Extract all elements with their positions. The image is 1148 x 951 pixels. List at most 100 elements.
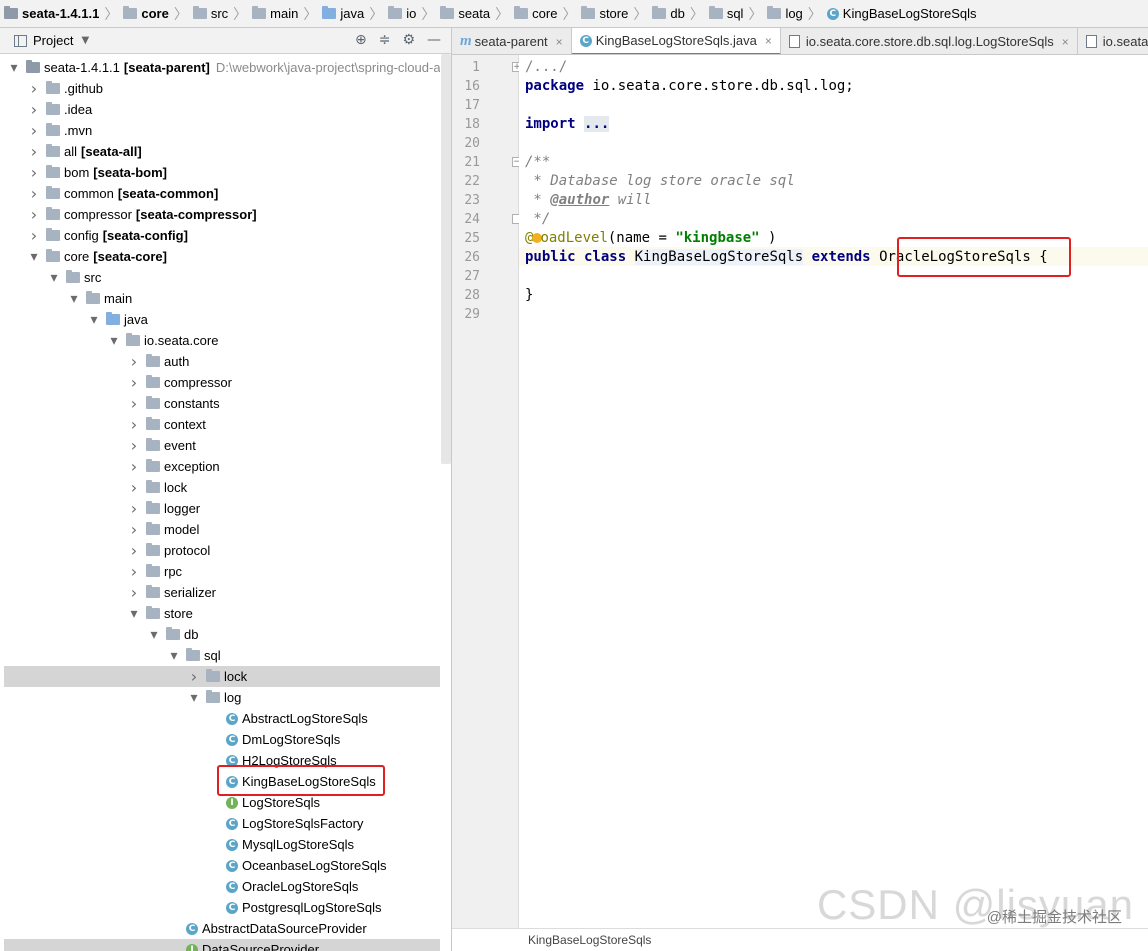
chevron-right-icon[interactable]: › <box>128 583 140 602</box>
tree-item[interactable]: C PostgresqlLogStoreSqls <box>4 897 440 918</box>
tree-item[interactable]: ▾ store <box>4 603 440 624</box>
collapse-all-icon[interactable]: ≑ <box>379 32 391 48</box>
tree-item[interactable]: C AbstractDataSourceProvider <box>4 918 440 939</box>
tree-item[interactable]: › lock <box>4 477 440 498</box>
tree-item[interactable]: C LogStoreSqlsFactory <box>4 813 440 834</box>
chevron-right-icon[interactable]: › <box>188 667 200 686</box>
breadcrumb-item[interactable]: main <box>252 0 298 27</box>
tree-item[interactable]: C OceanbaseLogStoreSqls <box>4 855 440 876</box>
tree-item[interactable]: › bom [seata-bom] <box>4 162 440 183</box>
code-editor[interactable]: /.../ package io.seata.core.store.db.sql… <box>519 55 1148 928</box>
tree-item[interactable]: › protocol <box>4 540 440 561</box>
tree-item[interactable]: ▾ core [seata-core] <box>4 246 440 267</box>
editor-tab[interactable]: C KingBaseLogStoreSqls.java × <box>571 28 781 54</box>
tree-item[interactable]: › exception <box>4 456 440 477</box>
chevron-right-icon[interactable]: › <box>28 100 40 119</box>
tree-item[interactable]: › constants <box>4 393 440 414</box>
tree-item[interactable]: › lock <box>4 666 440 687</box>
tree-item[interactable]: › compressor [seata-compressor] <box>4 204 440 225</box>
folded-imports[interactable]: ... <box>584 116 610 132</box>
tree-item[interactable]: ▾ src <box>4 267 440 288</box>
chevron-right-icon[interactable]: › <box>128 373 140 392</box>
breadcrumb-item[interactable]: log <box>767 0 803 27</box>
chevron-right-icon[interactable]: › <box>128 394 140 413</box>
breadcrumb-item[interactable]: C KingBaseLogStoreSqls <box>826 0 977 27</box>
chevron-down-icon[interactable]: ▾ <box>108 333 120 349</box>
breadcrumb-item[interactable]: seata-1.4.1.1 <box>4 0 99 27</box>
chevron-right-icon[interactable]: › <box>128 436 140 455</box>
tree-item[interactable]: › rpc <box>4 561 440 582</box>
tree-item[interactable]: › context <box>4 414 440 435</box>
tree-item[interactable]: › all [seata-all] <box>4 141 440 162</box>
chevron-right-icon[interactable]: › <box>28 163 40 182</box>
tree-item[interactable]: ▾ main <box>4 288 440 309</box>
tree-item[interactable]: ▾ db <box>4 624 440 645</box>
chevron-right-icon[interactable]: › <box>128 415 140 434</box>
breadcrumb-item[interactable]: db <box>652 0 685 27</box>
chevron-down-icon[interactable]: ▾ <box>68 291 80 307</box>
tree-item[interactable]: C MysqlLogStoreSqls <box>4 834 440 855</box>
tree-item[interactable]: › .idea <box>4 99 440 120</box>
breadcrumb-item[interactable]: seata <box>440 0 490 27</box>
gear-icon[interactable]: ⚙ <box>402 32 415 48</box>
chevron-down-icon[interactable]: ▾ <box>188 690 200 706</box>
tree-item[interactable]: ▾ sql <box>4 645 440 666</box>
breadcrumb-item[interactable]: io <box>388 0 416 27</box>
chevron-right-icon[interactable]: › <box>128 520 140 539</box>
tree-item[interactable]: ▾ log <box>4 687 440 708</box>
chevron-down-icon[interactable]: ▾ <box>88 312 100 328</box>
tree-item[interactable]: › model <box>4 519 440 540</box>
tree-item[interactable]: › compressor <box>4 372 440 393</box>
tree-item[interactable]: C OracleLogStoreSqls <box>4 876 440 897</box>
tree-item[interactable]: › auth <box>4 351 440 372</box>
status-class-name[interactable]: KingBaseLogStoreSqls <box>528 933 651 947</box>
tree-item[interactable]: C DmLogStoreSqls <box>4 729 440 750</box>
chevron-right-icon[interactable]: › <box>128 499 140 518</box>
chevron-right-icon[interactable]: › <box>28 226 40 245</box>
chevron-right-icon[interactable]: › <box>128 457 140 476</box>
chevron-right-icon[interactable]: › <box>128 562 140 581</box>
tree-item[interactable]: ▾ seata-1.4.1.1 [seata-parent] D:\webwork\j… <box>4 57 440 78</box>
chevron-down-icon[interactable]: ▾ <box>168 648 180 664</box>
chevron-right-icon[interactable]: › <box>28 142 40 161</box>
chevron-right-icon[interactable]: › <box>28 121 40 140</box>
close-icon[interactable]: × <box>556 35 563 49</box>
tree-item[interactable]: I DataSourceProvider <box>4 939 440 951</box>
tree-item[interactable]: › .github <box>4 78 440 99</box>
breadcrumb-item[interactable]: store <box>581 0 628 27</box>
chevron-right-icon[interactable]: › <box>128 478 140 497</box>
minimize-icon[interactable]: — <box>427 32 441 48</box>
tree-item[interactable]: › common [seata-common] <box>4 183 440 204</box>
close-icon[interactable]: × <box>1062 35 1069 49</box>
breadcrumb-item[interactable]: java <box>322 0 364 27</box>
editor-tab[interactable]: m seata-parent × <box>452 28 572 54</box>
chevron-down-icon[interactable]: ▾ <box>128 606 140 622</box>
locate-icon[interactable]: ⊕ <box>355 32 367 48</box>
breadcrumb-item[interactable]: core <box>123 0 169 27</box>
breadcrumb-item[interactable]: sql <box>708 0 743 27</box>
tree-item[interactable]: › event <box>4 435 440 456</box>
chevron-right-icon[interactable]: › <box>28 184 40 203</box>
tree-item[interactable]: ▾ java <box>4 309 440 330</box>
chevron-down-icon[interactable]: ▼ <box>81 35 89 46</box>
tree-item[interactable]: › .mvn <box>4 120 440 141</box>
close-icon[interactable]: × <box>765 34 772 48</box>
tree-item[interactable]: C AbstractLogStoreSqls <box>4 708 440 729</box>
editor-tab[interactable]: io.seata.c <box>1078 28 1148 54</box>
chevron-down-icon[interactable]: ▾ <box>8 60 20 76</box>
chevron-right-icon[interactable]: › <box>128 352 140 371</box>
project-panel-title[interactable]: Project <box>33 33 73 48</box>
tree-item[interactable]: ▾ io.seata.core <box>4 330 440 351</box>
chevron-down-icon[interactable]: ▾ <box>28 249 40 265</box>
chevron-down-icon[interactable]: ▾ <box>148 627 160 643</box>
chevron-right-icon[interactable]: › <box>128 541 140 560</box>
tree-scrollbar[interactable] <box>441 54 451 464</box>
chevron-right-icon[interactable]: › <box>28 205 40 224</box>
tree-item[interactable]: › config [seata-config] <box>4 225 440 246</box>
breadcrumb-item[interactable]: core <box>514 0 557 27</box>
tree-item[interactable]: › logger <box>4 498 440 519</box>
tree-item[interactable]: › serializer <box>4 582 440 603</box>
chevron-right-icon[interactable]: › <box>28 79 40 98</box>
chevron-down-icon[interactable]: ▾ <box>48 270 60 286</box>
breadcrumb-item[interactable]: src <box>192 0 228 27</box>
